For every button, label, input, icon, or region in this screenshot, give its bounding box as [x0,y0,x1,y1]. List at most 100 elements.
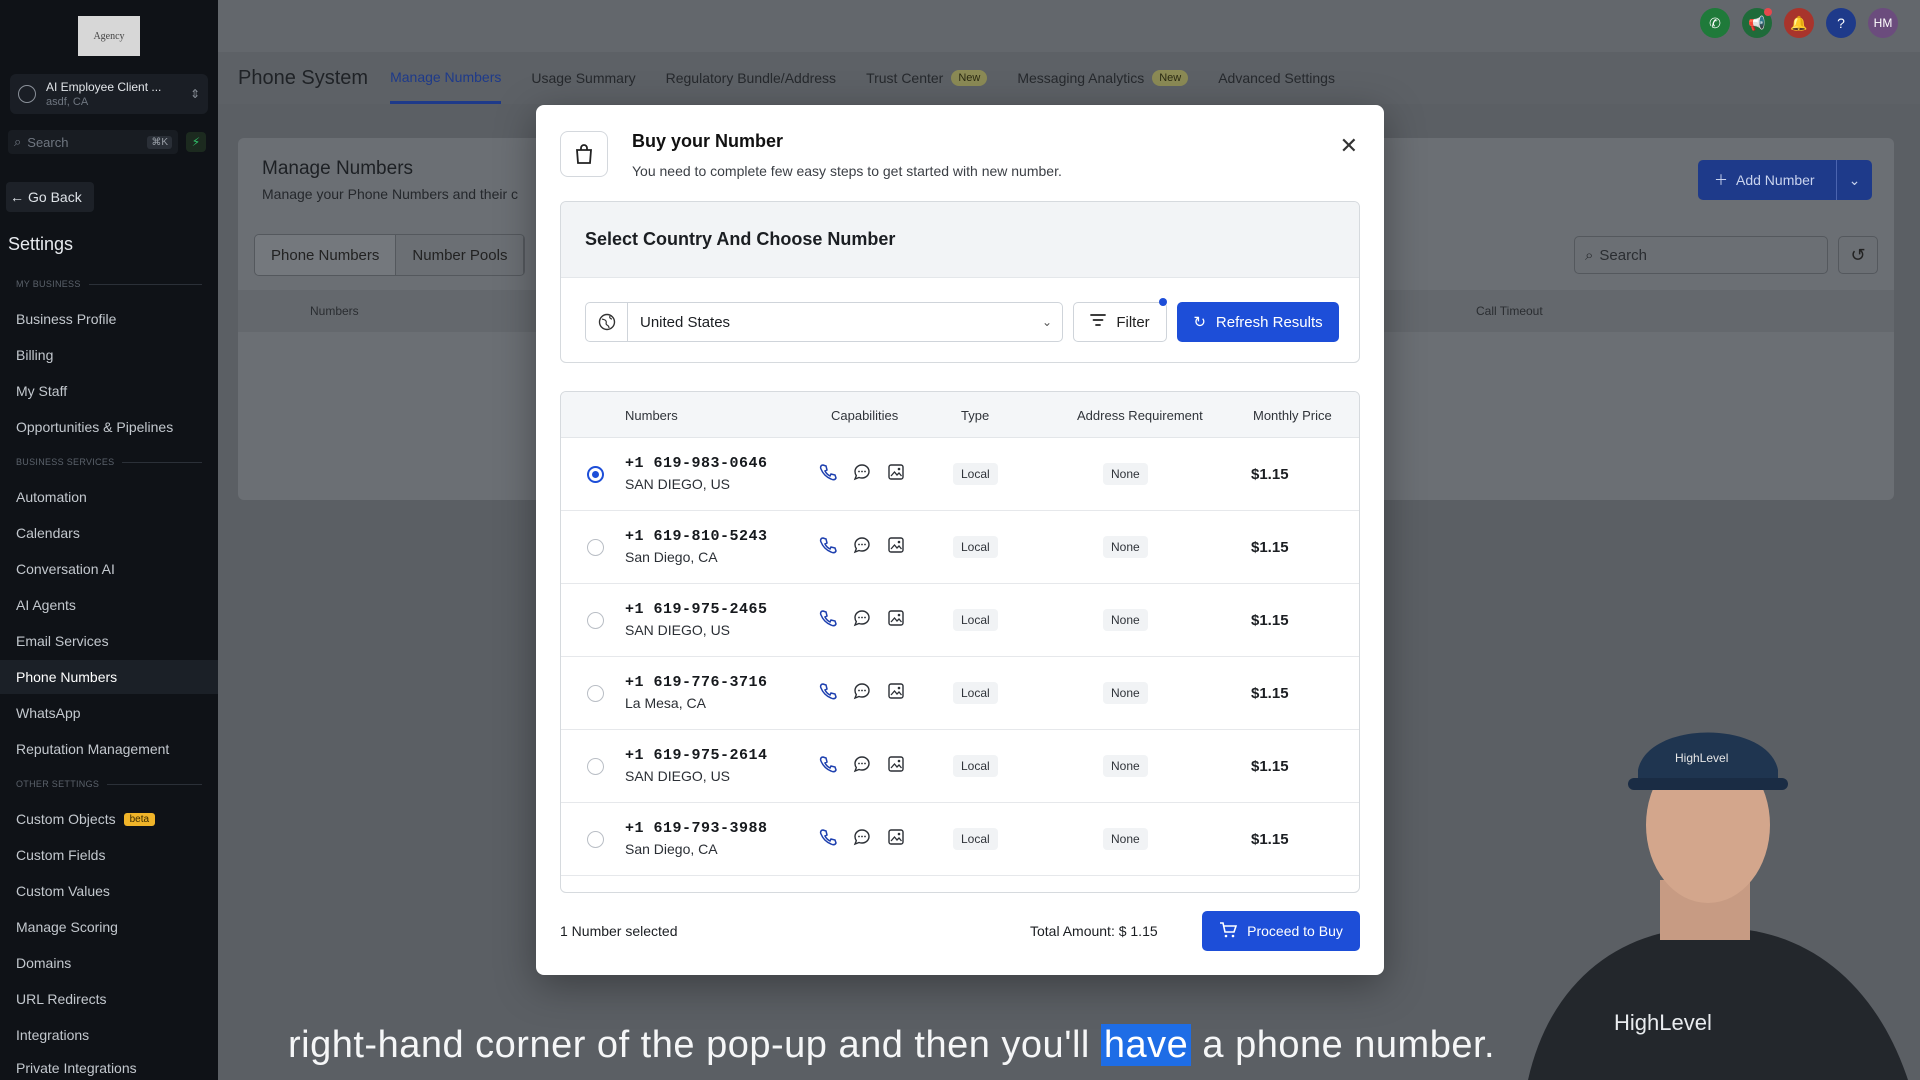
address-requirement: None [1103,755,1148,777]
table-row[interactable]: +1 619-810-5243 San Diego, CA Local None $1.… [561,511,1359,584]
sidebar-item-custom-objects[interactable]: Custom Objects beta [0,802,218,836]
sidebar-item-reputation[interactable]: Reputation Management [0,732,218,766]
number-location: SAN DIEGO, US [625,622,731,638]
sidebar: Agency AI Employee Client ... asdf, CA ⇕… [0,0,218,1080]
sidebar-item-manage-scoring[interactable]: Manage Scoring [0,910,218,944]
caption-text: right-hand corner of the pop-up and then… [288,1024,1090,1066]
number-type: Local [953,609,998,631]
account-switcher[interactable]: AI Employee Client ... asdf, CA ⇕ [10,74,208,114]
account-location: asdf, CA [46,96,89,108]
add-number-button[interactable]: ＋ Add Number ⌄ [1698,160,1872,200]
sidebar-item-email-services[interactable]: Email Services [0,624,218,658]
search-icon: ⌕ [1585,246,1594,264]
avatar[interactable]: HM [1868,8,1898,38]
sidebar-item-url-redirects[interactable]: URL Redirects [0,982,218,1016]
phone-number: +1 619-776-3716 [625,674,768,691]
section-business-services: BUSINESS SERVICES [16,457,202,467]
tab-number-pools[interactable]: Number Pools [396,235,525,275]
new-badge: New [951,70,988,86]
table-row[interactable]: +1 619-983-0646 SAN DIEGO, US Local None $1.… [561,438,1359,511]
table-row[interactable]: +1 619-975-2465 SAN DIEGO, US Local None $1.… [561,584,1359,657]
chevron-down-icon: ⌄ [1041,315,1052,329]
table-row[interactable]: +1 619-975-2614 SAN DIEGO, US Local None $1.… [561,730,1359,803]
proceed-to-buy-button[interactable]: Proceed to Buy [1202,911,1360,951]
tab-messaging-analytics[interactable]: Messaging Analytics New [1017,52,1189,104]
help-icon[interactable]: ? [1826,8,1856,38]
refresh-results-button[interactable]: ↻ Refresh Results [1177,302,1339,342]
col-address: Address Requirement [1077,408,1203,423]
sidebar-item-whatsapp[interactable]: WhatsApp [0,696,218,730]
total-amount: Total Amount: $ 1.15 [1030,923,1158,939]
row-radio[interactable] [587,685,604,702]
close-icon[interactable]: ✕ [1340,133,1358,159]
quick-action-bolt-icon[interactable]: ⚡ [186,132,206,152]
sidebar-item-phone-numbers[interactable]: Phone Numbers [0,660,218,694]
sidebar-item-business-profile[interactable]: Business Profile [0,302,218,336]
section-my-business: MY BUSINESS [16,279,202,289]
sidebar-item-conversation-ai[interactable]: Conversation AI [0,552,218,586]
country-select[interactable]: United States ⌄ [585,302,1063,342]
filter-active-indicator [1159,298,1167,306]
col-type: Type [961,408,990,423]
sidebar-item-calendars[interactable]: Calendars [0,516,218,550]
chevron-updown-icon: ⇕ [189,87,200,101]
voice-phone-icon [819,755,837,778]
filter-icon [1090,313,1107,331]
sidebar-item-domains[interactable]: Domains [0,946,218,980]
table-row[interactable]: +1 619-776-3716 La Mesa, CA Local None $1.15 [561,657,1359,730]
number-type: Local [953,682,998,704]
row-radio[interactable] [587,831,604,848]
bell-icon[interactable]: 🔔 [1784,8,1814,38]
row-radio[interactable] [587,758,604,775]
capabilities [819,463,905,486]
capabilities [819,536,905,559]
go-back-button[interactable]: ← Go Back [6,182,94,212]
voice-phone-icon [819,609,837,632]
number-location: SAN DIEGO, US [625,768,731,784]
sidebar-item-custom-values[interactable]: Custom Values [0,874,218,908]
row-radio[interactable] [587,466,604,483]
filter-button[interactable]: Filter [1073,302,1167,342]
mms-image-icon [887,755,905,778]
megaphone-icon[interactable]: 📢 [1742,8,1772,38]
tab-usage-summary[interactable]: Usage Summary [531,52,635,104]
filter-label: Filter [1116,313,1150,331]
sidebar-search-input[interactable]: ⌕ Search ⌘K [8,130,178,154]
chevron-down-icon[interactable]: ⌄ [1836,160,1872,200]
sidebar-item-my-staff[interactable]: My Staff [0,374,218,408]
mms-image-icon [887,828,905,851]
country-step: Select Country And Choose Number United … [560,201,1360,363]
monthly-price: $1.15 [1251,612,1289,629]
tab-manage-numbers[interactable]: Manage Numbers [390,52,502,104]
tab-phone-numbers[interactable]: Phone Numbers [255,235,397,275]
history-refresh-icon[interactable]: ↺ [1838,236,1878,274]
sidebar-item-billing[interactable]: Billing [0,338,218,372]
tab-trust-center[interactable]: Trust Center New [866,52,988,104]
mms-image-icon [887,536,905,559]
number-location: San Diego, CA [625,549,718,565]
row-radio[interactable] [587,539,604,556]
sidebar-item-integrations[interactable]: Integrations [0,1018,218,1052]
sidebar-item-automation[interactable]: Automation [0,480,218,514]
number-location: SAN DIEGO, US [625,476,731,492]
number-type: Local [953,755,998,777]
phone-icon[interactable]: ✆ [1700,8,1730,38]
address-requirement: None [1103,828,1148,850]
sidebar-item-private-integrations[interactable]: Private Integrations [0,1054,218,1080]
sidebar-item-opportunities[interactable]: Opportunities & Pipelines [0,410,218,444]
number-location: La Mesa, CA [625,695,706,711]
sidebar-item-custom-fields[interactable]: Custom Fields [0,838,218,872]
tab-label: Trust Center [866,70,944,86]
tab-advanced-settings[interactable]: Advanced Settings [1218,52,1335,104]
available-numbers-table: Numbers Capabilities Type Address Requir… [560,391,1360,893]
table-header: Numbers Capabilities Type Address Requir… [561,392,1359,438]
search-placeholder: Search [1599,246,1647,264]
sidebar-item-ai-agents[interactable]: AI Agents [0,588,218,622]
sms-message-icon [853,755,871,778]
beta-badge: beta [123,812,156,826]
tab-regulatory-bundle[interactable]: Regulatory Bundle/Address [666,52,836,104]
row-radio[interactable] [587,612,604,629]
monthly-price: $1.15 [1251,539,1289,556]
table-row[interactable]: +1 619-793-3988 San Diego, CA Local None $1.… [561,803,1359,876]
numbers-search-input[interactable]: ⌕ Search [1574,236,1828,274]
